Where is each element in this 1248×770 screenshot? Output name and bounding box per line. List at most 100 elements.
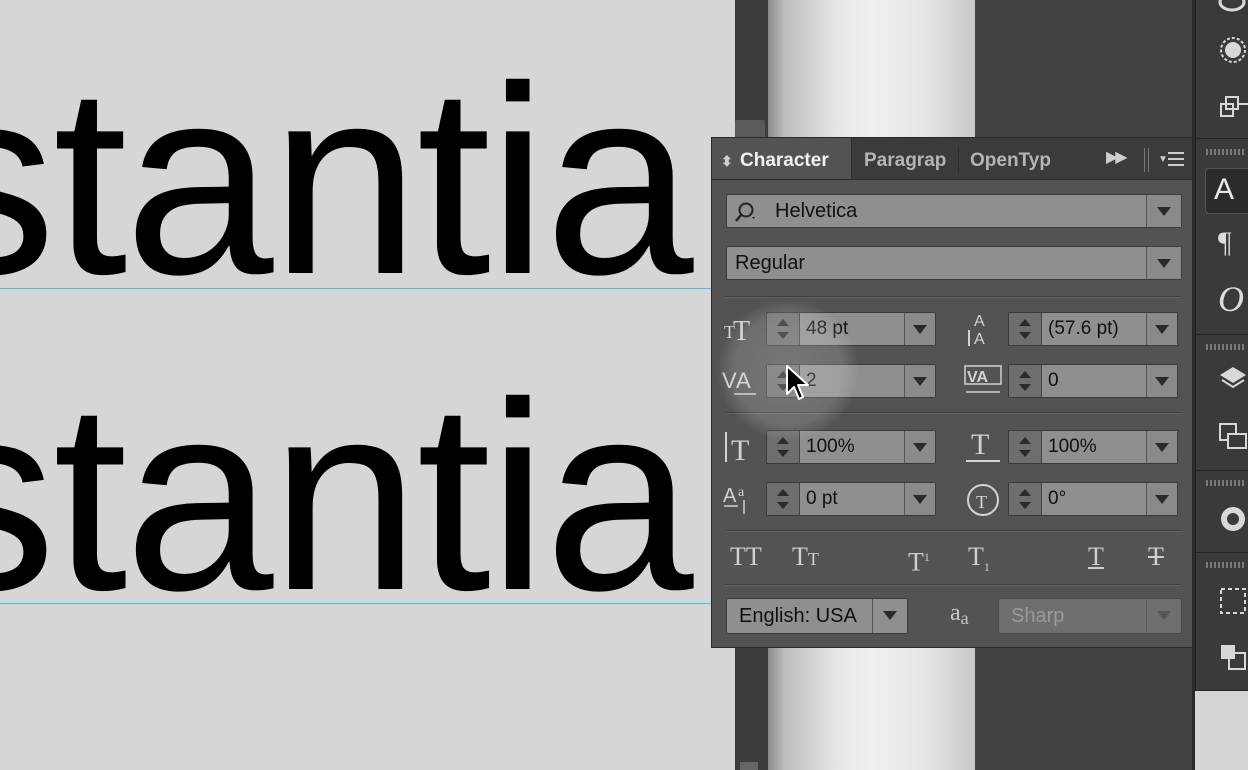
artboards-icon[interactable] xyxy=(1218,422,1248,452)
leading-dropdown[interactable] xyxy=(1146,313,1177,345)
tab-divider xyxy=(1148,148,1149,172)
character-rotation-field[interactable]: 0° xyxy=(1008,482,1178,516)
tab-overflow-icon[interactable]: ▶▶ xyxy=(1106,147,1128,167)
anti-aliasing-select: Sharp xyxy=(998,598,1182,634)
kerning-dropdown[interactable] xyxy=(904,365,935,397)
tab-opentype-label: OpenTyp xyxy=(970,150,1051,171)
language-select[interactable]: English: USA xyxy=(726,598,908,634)
dock-grip[interactable] xyxy=(1206,344,1246,350)
chevron-down-icon xyxy=(1155,377,1169,386)
svg-text:VA: VA xyxy=(967,369,988,386)
dock-grip[interactable] xyxy=(1206,562,1246,568)
underline-button[interactable]: T xyxy=(1088,540,1104,574)
panel-menu-icon[interactable]: ▼ xyxy=(1158,150,1184,168)
tracking-field[interactable]: 0 xyxy=(1008,364,1178,398)
collapse-toggle-icon[interactable]: ⬍ xyxy=(721,138,733,179)
chevron-down-icon xyxy=(883,611,897,620)
baseline-shift-stepper[interactable] xyxy=(767,483,800,515)
vertical-scale-value[interactable]: 100% xyxy=(806,431,855,463)
tab-opentype[interactable]: OpenTyp xyxy=(970,138,1066,179)
font-family-value: Helvetica xyxy=(775,200,858,222)
small-caps-button[interactable]: TT xyxy=(792,540,819,574)
chevron-down-icon xyxy=(1155,495,1169,504)
font-style-dropdown[interactable] xyxy=(1146,247,1181,279)
anti-aliasing-dropdown xyxy=(1146,599,1181,633)
tab-character-label: Character xyxy=(740,150,829,171)
horizontal-scale-dropdown[interactable] xyxy=(1146,431,1177,463)
chevron-down-icon xyxy=(1155,443,1169,452)
leading-field[interactable]: (57.6 pt) xyxy=(1008,312,1178,346)
vertical-scale-icon: T xyxy=(722,428,760,467)
menu-triangle-icon: ▼ xyxy=(1158,154,1168,165)
dock-grip[interactable] xyxy=(1206,480,1246,486)
transparency-icon[interactable] xyxy=(1218,586,1248,616)
dock-separator xyxy=(1196,138,1248,139)
character-rotation-icon: T xyxy=(964,480,1002,518)
opentype-icon[interactable]: O xyxy=(1218,281,1248,317)
svg-text:A: A xyxy=(974,313,985,330)
search-icon[interactable] xyxy=(735,201,757,223)
dock-grip[interactable] xyxy=(1206,149,1246,155)
font-family-dropdown[interactable] xyxy=(1146,195,1181,227)
font-family-field[interactable]: Helvetica xyxy=(726,194,1182,228)
horizontal-scale-stepper[interactable] xyxy=(1009,431,1042,463)
anti-aliasing-icon: aa xyxy=(950,600,969,628)
chevron-down-icon xyxy=(913,325,927,334)
character-rotation-dropdown[interactable] xyxy=(1146,483,1177,515)
vertical-scale-dropdown[interactable] xyxy=(904,431,935,463)
baseline-shift-icon: Aa xyxy=(722,480,760,518)
tracking-stepper[interactable] xyxy=(1009,365,1042,397)
baseline-shift-field[interactable]: 0 pt xyxy=(766,482,936,516)
svg-text:T: T xyxy=(731,434,749,466)
baseline-shift-dropdown[interactable] xyxy=(904,483,935,515)
character-dock-button[interactable]: A xyxy=(1205,168,1248,214)
appearance-icon[interactable] xyxy=(1218,0,1248,22)
leading-stepper[interactable] xyxy=(1009,313,1042,345)
tracking-dropdown[interactable] xyxy=(1146,365,1177,397)
chevron-down-icon xyxy=(913,495,927,504)
font-size-dropdown[interactable] xyxy=(904,313,935,345)
svg-text:A: A xyxy=(974,331,985,348)
strikethrough-button[interactable]: T xyxy=(1148,540,1164,574)
text-line-1[interactable]: stantia xyxy=(0,46,694,314)
anti-aliasing-value: Sharp xyxy=(1011,605,1065,627)
transform-icon[interactable] xyxy=(1218,92,1248,122)
svg-text:A: A xyxy=(723,485,737,507)
chevron-down-icon xyxy=(1157,259,1171,268)
artboard-canvas[interactable]: stantia stantia xyxy=(0,0,735,770)
superscript-button[interactable]: T1 xyxy=(908,540,930,577)
panel-tab-bar: ⬍ Character Paragrap OpenTyp ▶▶ ▼ xyxy=(712,138,1192,180)
tab-paragraph[interactable]: Paragrap xyxy=(864,138,956,179)
svg-text:T: T xyxy=(971,428,989,461)
all-caps-button[interactable]: TT xyxy=(730,540,762,574)
tab-divider xyxy=(1144,148,1145,172)
dock-separator xyxy=(1196,334,1248,335)
language-dropdown[interactable] xyxy=(872,599,907,633)
font-style-field[interactable]: Regular xyxy=(726,246,1182,280)
subscript-button[interactable]: T1 xyxy=(968,540,990,574)
leading-icon: AA xyxy=(964,310,1002,348)
tracking-value[interactable]: 0 xyxy=(1048,365,1059,397)
chevron-down-icon xyxy=(1157,207,1171,216)
symbols-icon[interactable] xyxy=(1218,35,1248,65)
svg-text:a: a xyxy=(738,485,745,500)
character-rotation-stepper[interactable] xyxy=(1009,483,1042,515)
tab-character[interactable]: ⬍ Character xyxy=(712,138,852,179)
horizontal-scale-value[interactable]: 100% xyxy=(1048,431,1097,463)
horizontal-scale-icon: T xyxy=(964,428,1002,466)
dock-separator xyxy=(1196,552,1248,553)
horizontal-scale-field[interactable]: 100% xyxy=(1008,430,1178,464)
tab-paragraph-label: Paragrap xyxy=(864,150,947,171)
layers-icon[interactable] xyxy=(1218,364,1248,394)
panel-icon-dock: ¶ O xyxy=(1195,0,1248,691)
svg-text:T: T xyxy=(976,492,987,512)
pathfinder-icon[interactable] xyxy=(1218,642,1248,672)
color-guide-icon[interactable] xyxy=(1218,504,1248,534)
tracking-icon: VA xyxy=(964,362,1002,400)
text-line-2[interactable]: stantia xyxy=(0,362,694,630)
paragraph-icon[interactable]: ¶ xyxy=(1218,228,1248,258)
character-rotation-value[interactable]: 0° xyxy=(1048,483,1066,515)
leading-value[interactable]: (57.6 pt) xyxy=(1048,313,1119,345)
font-style-value: Regular xyxy=(735,252,806,274)
baseline-shift-value[interactable]: 0 pt xyxy=(806,483,838,515)
